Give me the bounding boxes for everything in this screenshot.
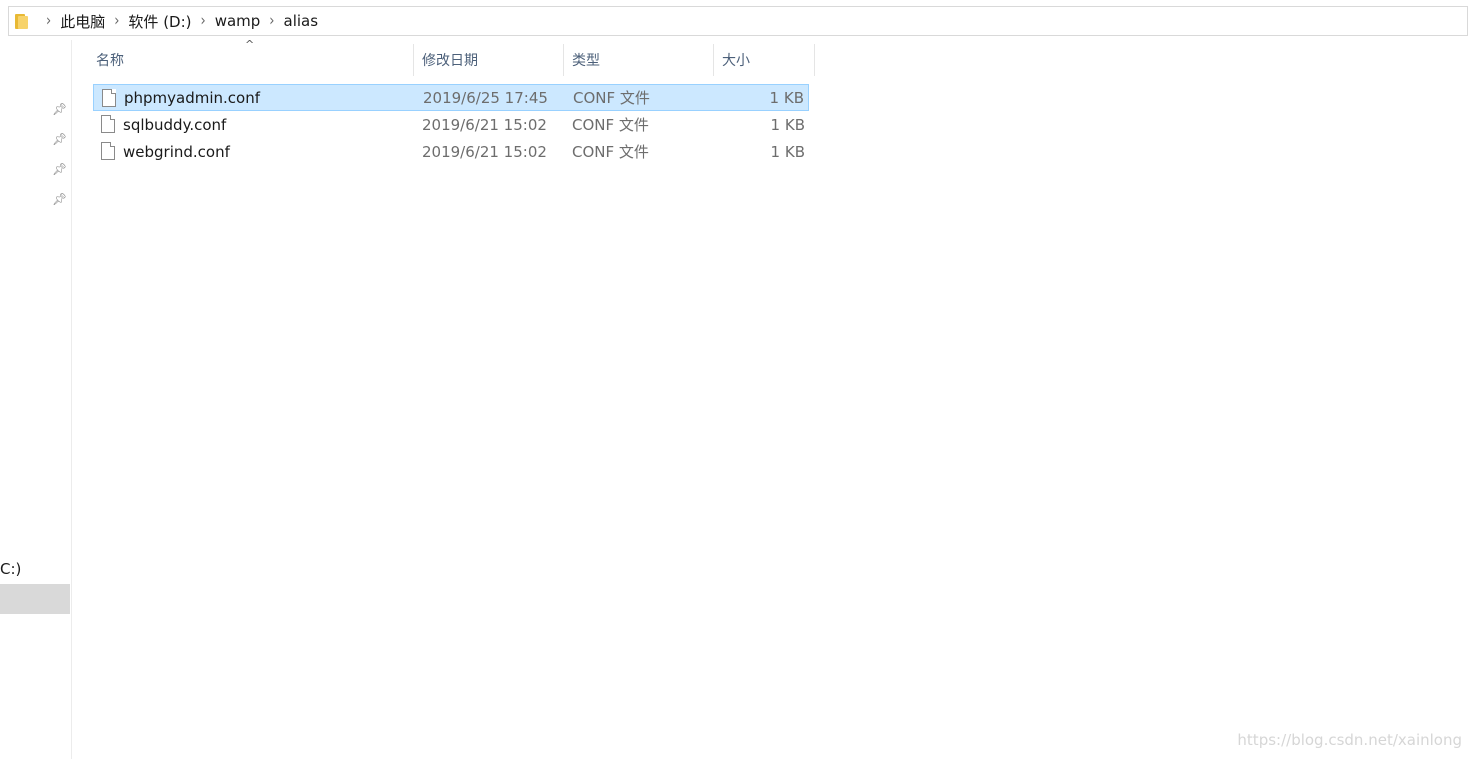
pin-icon[interactable]: 📌︎: [52, 192, 67, 206]
column-header-date[interactable]: 修改日期: [414, 44, 564, 76]
column-header-name[interactable]: 名称: [88, 44, 414, 76]
file-type: CONF 文件: [572, 116, 649, 134]
column-header-date-label: 修改日期: [422, 53, 478, 69]
file-type: CONF 文件: [573, 89, 650, 107]
column-header-type[interactable]: 类型: [564, 44, 714, 76]
file-row[interactable]: phpmyadmin.conf 2019/6/25 17:45 CONF 文件 …: [93, 84, 809, 111]
column-header-type-label: 类型: [572, 53, 600, 69]
breadcrumb-alias[interactable]: alias: [284, 12, 319, 30]
navigation-pane: 📌︎ 📌︎ 📌︎ 📌︎ C:): [0, 40, 72, 759]
file-type: CONF 文件: [572, 143, 649, 161]
nav-item-selected[interactable]: [0, 584, 70, 614]
nav-item-drive-c[interactable]: C:): [0, 560, 21, 578]
breadcrumb-wamp[interactable]: wamp: [215, 12, 261, 30]
file-row[interactable]: sqlbuddy.conf 2019/6/21 15:02 CONF 文件 1 …: [93, 111, 809, 138]
chevron-right-icon[interactable]: ›: [114, 12, 119, 30]
address-bar[interactable]: › 此电脑 › 软件 (D:) › wamp › alias: [8, 6, 1468, 36]
file-name: sqlbuddy.conf: [123, 115, 227, 134]
file-icon: [101, 115, 115, 133]
breadcrumb-drive-d[interactable]: 软件 (D:): [128, 11, 191, 32]
file-size: 1 KB: [770, 115, 805, 134]
file-icon: [102, 89, 116, 107]
file-size: 1 KB: [769, 88, 804, 107]
file-size: 1 KB: [770, 142, 805, 161]
column-header-size[interactable]: 大小: [714, 44, 815, 76]
breadcrumb-this-pc[interactable]: 此电脑: [60, 11, 105, 32]
file-date: 2019/6/21 15:02: [422, 142, 547, 161]
file-name: webgrind.conf: [123, 142, 230, 161]
chevron-right-icon[interactable]: ›: [269, 12, 274, 30]
pin-icon[interactable]: 📌︎: [52, 132, 67, 146]
file-date: 2019/6/21 15:02: [422, 115, 547, 134]
file-name: phpmyadmin.conf: [124, 88, 261, 107]
file-date: 2019/6/25 17:45: [423, 88, 548, 107]
folder-icon: [15, 13, 29, 29]
chevron-right-icon[interactable]: ›: [46, 12, 51, 30]
column-header-name-label: 名称: [96, 53, 124, 69]
watermark: https://blog.csdn.net/xainlong: [1237, 731, 1462, 749]
pin-icon[interactable]: 📌︎: [52, 102, 67, 116]
file-icon: [101, 142, 115, 160]
file-row[interactable]: webgrind.conf 2019/6/21 15:02 CONF 文件 1 …: [93, 138, 809, 165]
column-header-size-label: 大小: [722, 53, 750, 69]
chevron-right-icon[interactable]: ›: [201, 12, 206, 30]
pin-icon[interactable]: 📌︎: [52, 162, 67, 176]
